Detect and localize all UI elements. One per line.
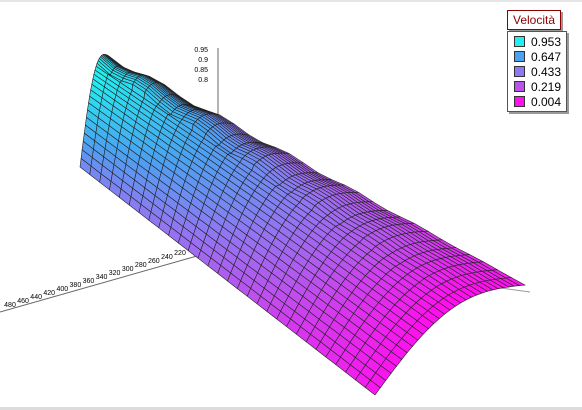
y-tick-label: 220 <box>174 250 186 257</box>
legend-item-3: 0.219 <box>514 79 566 94</box>
legend: 0.953 0.647 0.433 0.219 0.004 <box>507 31 567 112</box>
legend-item-0: 0.953 <box>514 34 566 49</box>
legend-label-0: 0.953 <box>531 34 562 49</box>
y-tick-label: 460 <box>17 298 29 305</box>
surface-plot: 0.95 0.9 0.85 0.8 22024026028030032034036038… <box>0 47 531 396</box>
y-tick-label: 440 <box>30 294 42 301</box>
legend-item-1: 0.647 <box>514 49 566 64</box>
legend-swatch-1 <box>514 51 525 62</box>
legend-label-1: 0.647 <box>531 49 562 64</box>
y-axis <box>0 249 219 313</box>
y-tick-label: 280 <box>135 262 147 269</box>
y-tick-label: 360 <box>83 278 95 285</box>
z-tick-label: 0.9 <box>198 57 208 64</box>
legend-label-4: 0.004 <box>531 94 562 109</box>
legend-label-2: 0.433 <box>531 64 562 79</box>
y-tick-label: 400 <box>56 286 68 293</box>
legend-swatch-2 <box>514 66 525 77</box>
legend-swatch-3 <box>514 81 525 92</box>
z-tick-label: 0.85 <box>194 67 208 74</box>
y-tick-label: 340 <box>96 274 108 281</box>
y-tick-label: 420 <box>43 290 55 297</box>
y-tick-label: 480 <box>4 302 16 309</box>
chart-area: 0.95 0.9 0.85 0.8 220 240 260 280 300 320 340 360 38… <box>0 0 582 410</box>
legend-item-2: 0.433 <box>514 64 566 79</box>
surface-mesh <box>79 53 526 396</box>
z-tick-label: 0.95 <box>194 47 208 54</box>
legend-swatch-4 <box>514 96 525 107</box>
y-tick-label: 260 <box>148 258 160 265</box>
legend-swatch-0 <box>514 36 525 47</box>
legend-label-3: 0.219 <box>531 79 562 94</box>
y-tick-label: 320 <box>109 270 121 277</box>
y-tick-label: 300 <box>122 266 134 273</box>
legend-item-4: 0.004 <box>514 94 566 109</box>
legend-title: Velocità <box>507 10 562 30</box>
z-tick-label: 0.8 <box>198 77 208 84</box>
y-tick-label: 240 <box>161 254 173 261</box>
y-tick-label: 380 <box>70 282 82 289</box>
